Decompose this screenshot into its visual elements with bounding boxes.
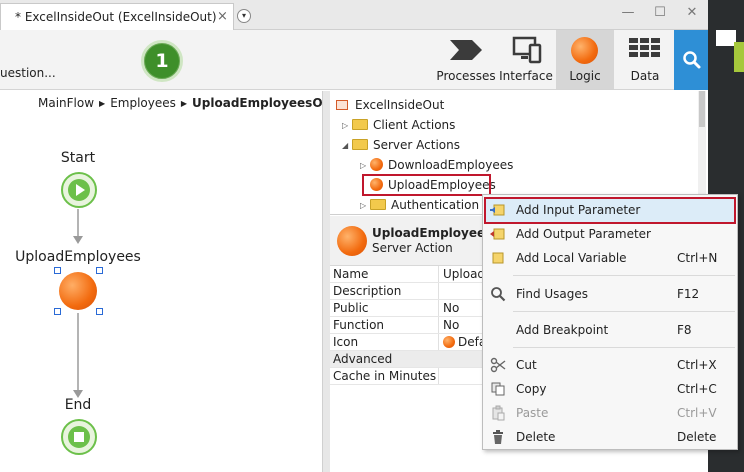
selection-handle[interactable] [54,267,61,274]
expand-icon[interactable]: ▷ [360,156,370,176]
menu-separator [513,275,735,276]
collapse-icon[interactable]: ◢ [342,136,352,156]
scissors-icon [490,357,506,373]
tree-scrollbar-thumb[interactable] [699,91,705,127]
menu-item-add-local-variable[interactable]: Add Local Variable Ctrl+N [483,246,737,270]
tab-list-dropdown-icon[interactable]: ▾ [237,9,251,23]
restore-icon[interactable]: ☐ [650,4,670,22]
tree-root[interactable]: ExcelInsideOut [336,95,444,115]
close-window-icon[interactable]: ✕ [682,4,702,22]
document-tab-strip: * ExcelInsideOut (ExcelInsideOut) × ▾ — … [0,0,708,30]
search-icon [683,51,701,69]
minimize-icon[interactable]: — [618,4,638,22]
menu-item-paste: Paste Ctrl+V [483,401,737,425]
processes-icon [450,40,482,60]
upload-employees-node[interactable] [59,272,97,310]
end-node-label: End [64,397,92,413]
menu-separator [513,311,735,312]
local-variable-icon [492,252,504,264]
background-logo-accent [734,42,744,72]
stop-icon [68,426,90,448]
menu-item-cut[interactable]: Cut Ctrl+X [483,353,737,377]
panel-splitter[interactable] [322,91,330,472]
input-parameter-icon [490,204,505,216]
properties-title: UploadEmployees [372,226,493,240]
interface-button[interactable]: Interface [498,30,554,89]
logic-icon [571,37,598,64]
selection-handle[interactable] [96,267,103,274]
action-node-label: UploadEmployees [15,249,141,265]
interface-icon [512,36,542,64]
close-tab-icon[interactable]: × [217,9,228,24]
folder-icon [370,199,386,210]
main-toolbar: uestion... 1 Processes Interface Logic D… [0,30,708,90]
document-tab-title: * ExcelInsideOut (ExcelInsideOut) [15,10,217,24]
copy-icon [491,382,505,396]
folder-open-icon [352,139,368,150]
logic-button[interactable]: Logic [556,30,614,89]
end-node[interactable] [61,419,97,455]
properties-subtitle: Server Action [372,241,453,255]
menu-item-copy[interactable]: Copy Ctrl+C [483,377,737,401]
background-logo-shape [716,30,736,46]
expand-icon[interactable]: ▷ [360,196,370,216]
tree-item-server-actions[interactable]: ◢ Server Actions [342,135,460,155]
trash-icon [493,430,503,444]
menu-item-add-output-parameter[interactable]: Add Output Parameter [483,222,737,246]
search-button[interactable] [674,30,708,90]
default-icon-preview [443,335,455,348]
module-icon [336,99,348,110]
magnifier-icon [491,287,506,302]
selection-handle[interactable] [96,308,103,315]
start-node[interactable] [61,172,97,208]
output-parameter-icon [490,228,505,240]
logic-label: Logic [569,69,601,83]
server-action-icon [370,158,383,171]
processes-button[interactable]: Processes [434,30,498,89]
step-badge[interactable]: 1 [141,40,183,82]
flow-canvas[interactable]: MainFlow ▶ Employees ▶ UploadEmployeesOnClic… [0,91,363,472]
server-action-icon [337,226,367,256]
flow-connectors [73,209,83,398]
data-button[interactable]: Data [616,30,674,89]
paste-icon [492,405,505,421]
folder-icon [352,119,368,130]
menu-item-find-usages[interactable]: Find Usages F12 [483,282,737,306]
data-label: Data [630,69,660,83]
play-icon [68,179,90,201]
selection-highlight-box [362,174,491,196]
interface-label: Interface [499,69,553,83]
tree-item-client-actions[interactable]: ▷ Client Actions [342,115,455,135]
tree-item-download-employees[interactable]: ▷ DownloadEmployees [360,155,513,175]
menu-item-add-input-parameter[interactable]: Add Input Parameter [483,198,737,222]
menu-item-add-breakpoint[interactable]: Add Breakpoint F8 [483,318,737,342]
menu-item-delete[interactable]: Delete Delete [483,425,737,449]
data-icon [629,38,660,57]
processes-label: Processes [436,69,496,83]
menu-separator [513,347,735,348]
document-tab[interactable]: * ExcelInsideOut (ExcelInsideOut) × [0,3,234,30]
selection-handle[interactable] [54,308,61,315]
question-text[interactable]: uestion... [0,66,56,80]
context-menu: Add Input Parameter Add Output Parameter… [482,194,738,450]
start-node-label: Start [60,150,96,166]
expand-icon[interactable]: ▷ [342,116,352,136]
tree-item-authentication[interactable]: ▷ Authentication [360,195,479,215]
